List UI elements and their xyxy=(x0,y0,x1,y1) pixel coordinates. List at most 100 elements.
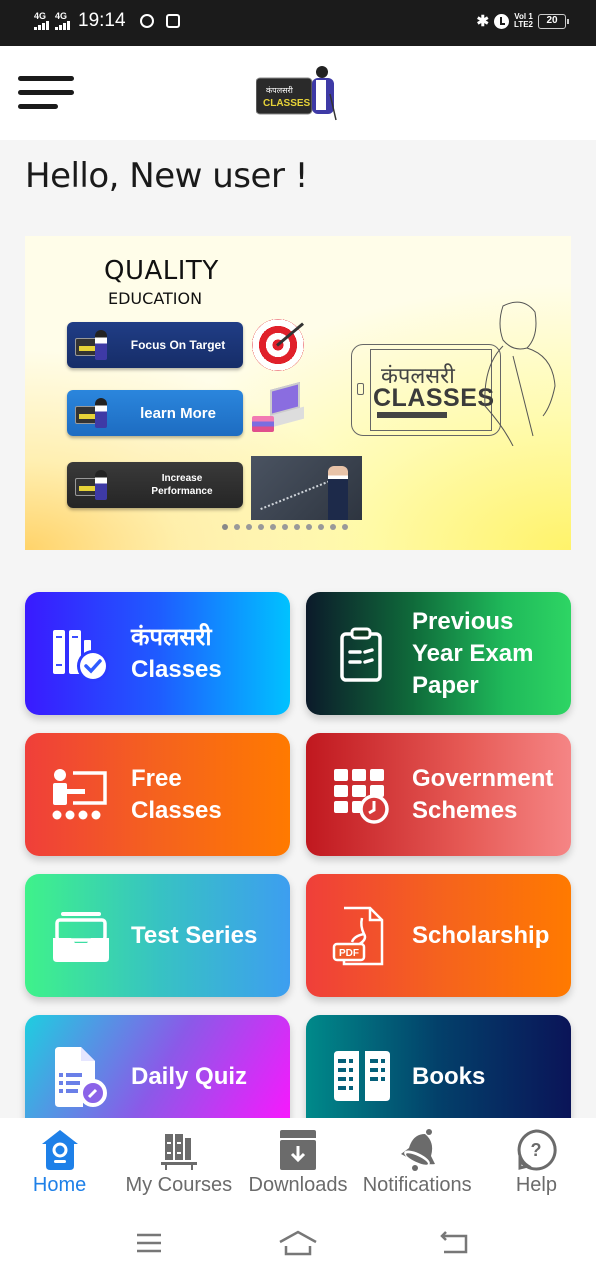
tile-compulsory-classes[interactable]: कंपलसरी Classes xyxy=(25,592,290,715)
tile-label: Daily Quiz xyxy=(131,1061,247,1093)
chalkboard-steps-image xyxy=(246,439,362,520)
nav-my-courses[interactable]: My Courses xyxy=(119,1118,238,1214)
tile-label-line: Classes xyxy=(131,796,222,824)
carousel-dots xyxy=(222,524,348,530)
tile-label-line: Test Series xyxy=(131,921,258,949)
greeting-heading: Hello, New user ! xyxy=(25,156,308,196)
back-icon[interactable] xyxy=(438,1230,470,1256)
tray-icon xyxy=(53,911,109,962)
download-box-icon xyxy=(276,1128,320,1172)
carousel-dot[interactable] xyxy=(294,524,300,530)
volte-indicator: Vol 1 LTE2 xyxy=(514,13,533,29)
books-check-icon xyxy=(53,629,109,682)
mini-logo-icon xyxy=(75,468,115,502)
network-type-2: 4G xyxy=(55,11,68,21)
mini-logo-icon xyxy=(75,396,115,430)
clipboard-icon xyxy=(340,627,382,682)
tile-label: Test Series xyxy=(131,920,257,952)
open-book-icon xyxy=(334,1050,390,1101)
nav-label: My Courses xyxy=(125,1174,233,1196)
svg-text:?: ? xyxy=(531,1140,542,1160)
tile-label: Scholarship xyxy=(412,920,549,952)
nav-downloads[interactable]: Downloads xyxy=(238,1118,357,1214)
network-type: 4G xyxy=(34,11,47,21)
carousel-dot[interactable] xyxy=(246,524,252,530)
system-home-icon[interactable] xyxy=(278,1230,318,1258)
app-logo: कंपलसरी CLASSES xyxy=(255,64,342,122)
logo-text: CLASSES xyxy=(263,98,311,109)
tile-free-classes[interactable]: Free Classes xyxy=(25,733,290,856)
bell-icon xyxy=(395,1128,439,1172)
calendar-clock-icon xyxy=(334,768,389,824)
carousel-dot[interactable] xyxy=(282,524,288,530)
tile-label-line: Previous xyxy=(412,607,514,635)
quiz-timer-icon xyxy=(55,1046,107,1107)
carousel-dot[interactable] xyxy=(306,524,312,530)
pdf-icon: PDF xyxy=(332,906,384,965)
tile-label-line: Scholarship xyxy=(412,921,550,949)
clock: 19:14 xyxy=(78,10,126,31)
mini-logo-icon xyxy=(75,328,115,362)
logo-hindi: कंपलसरी xyxy=(266,85,294,95)
banner-increase-performance: Increase Performance xyxy=(67,462,243,508)
nav-home[interactable]: Home xyxy=(0,1118,119,1214)
tile-test-series[interactable]: Test Series xyxy=(25,874,290,997)
carousel-dot[interactable] xyxy=(318,524,324,530)
hamburger-menu-icon[interactable] xyxy=(18,76,76,110)
bottom-navigation: Home My Courses Downloads Notifications … xyxy=(0,1118,596,1214)
banner-button-label: learn More xyxy=(140,404,216,422)
tile-label-line: कंपलसरी xyxy=(131,623,212,651)
whatsapp-icon xyxy=(139,14,154,28)
tile-label-line: Books xyxy=(412,1063,486,1090)
tile-government-schemes[interactable]: Government Schemes xyxy=(306,733,571,856)
banner-title: QUALITY xyxy=(104,256,219,286)
banner-tagline-bar xyxy=(377,412,447,418)
nav-label: Home xyxy=(32,1174,87,1196)
carousel-dot[interactable] xyxy=(234,524,240,530)
nav-help[interactable]: ? Help xyxy=(477,1118,596,1214)
carousel-dot[interactable] xyxy=(258,524,264,530)
nav-notifications[interactable]: Notifications xyxy=(358,1118,477,1214)
tile-scholarship[interactable]: PDF Scholarship xyxy=(306,874,571,997)
tile-label: Previous Year Exam Paper xyxy=(412,606,533,702)
tile-label: Government Schemes xyxy=(412,763,553,827)
banner-focus-on-target: Focus On Target xyxy=(67,322,243,368)
nav-label: Notifications xyxy=(362,1174,472,1196)
app-bar: कंपलसरी CLASSES xyxy=(0,46,596,140)
tile-label-line: Government xyxy=(412,764,554,792)
tile-label-line: Schemes xyxy=(412,796,518,824)
recents-icon[interactable] xyxy=(135,1230,163,1256)
nav-label: Help xyxy=(515,1174,557,1196)
bookshelf-icon xyxy=(157,1128,201,1172)
home-icon xyxy=(38,1128,82,1172)
carousel-dot[interactable] xyxy=(222,524,228,530)
system-navigation-bar xyxy=(0,1214,596,1280)
carousel-dot[interactable] xyxy=(270,524,276,530)
help-icon: ? xyxy=(514,1128,558,1172)
tile-label: Books xyxy=(412,1061,485,1093)
svg-text:PDF: PDF xyxy=(339,948,359,959)
bluetooth-icon: ✱ xyxy=(476,13,490,30)
banner-button-label: Increase Performance xyxy=(151,473,213,497)
banner-button-label: Focus On Target xyxy=(130,338,226,352)
volte-line2: LTE2 xyxy=(514,20,533,29)
carousel-dot[interactable] xyxy=(342,524,348,530)
battery-icon: 20 xyxy=(538,13,569,29)
alarm-icon xyxy=(494,13,510,29)
banner-learn-more: learn More xyxy=(67,390,243,436)
student-sketch-illustration xyxy=(484,301,556,446)
carousel-dot[interactable] xyxy=(330,524,336,530)
tile-previous-year-exam-paper[interactable]: Previous Year Exam Paper xyxy=(306,592,571,715)
signal-icon-2: 4G xyxy=(55,12,70,30)
tile-label-line: Classes xyxy=(131,655,222,683)
classroom-icon xyxy=(52,768,107,819)
promo-banner-carousel[interactable]: QUALITY EDUCATION Focus On Target learn … xyxy=(25,236,571,550)
nav-label: Downloads xyxy=(248,1174,348,1196)
banner-subtitle: EDUCATION xyxy=(108,289,203,308)
tile-label-line: Year Exam xyxy=(412,639,534,667)
tile-label-line: Free xyxy=(131,764,182,792)
instagram-icon xyxy=(165,14,180,28)
laptop-books-illustration xyxy=(252,381,307,436)
tile-label: Free Classes xyxy=(131,763,222,827)
tile-label: कंपलसरी Classes xyxy=(131,622,222,686)
